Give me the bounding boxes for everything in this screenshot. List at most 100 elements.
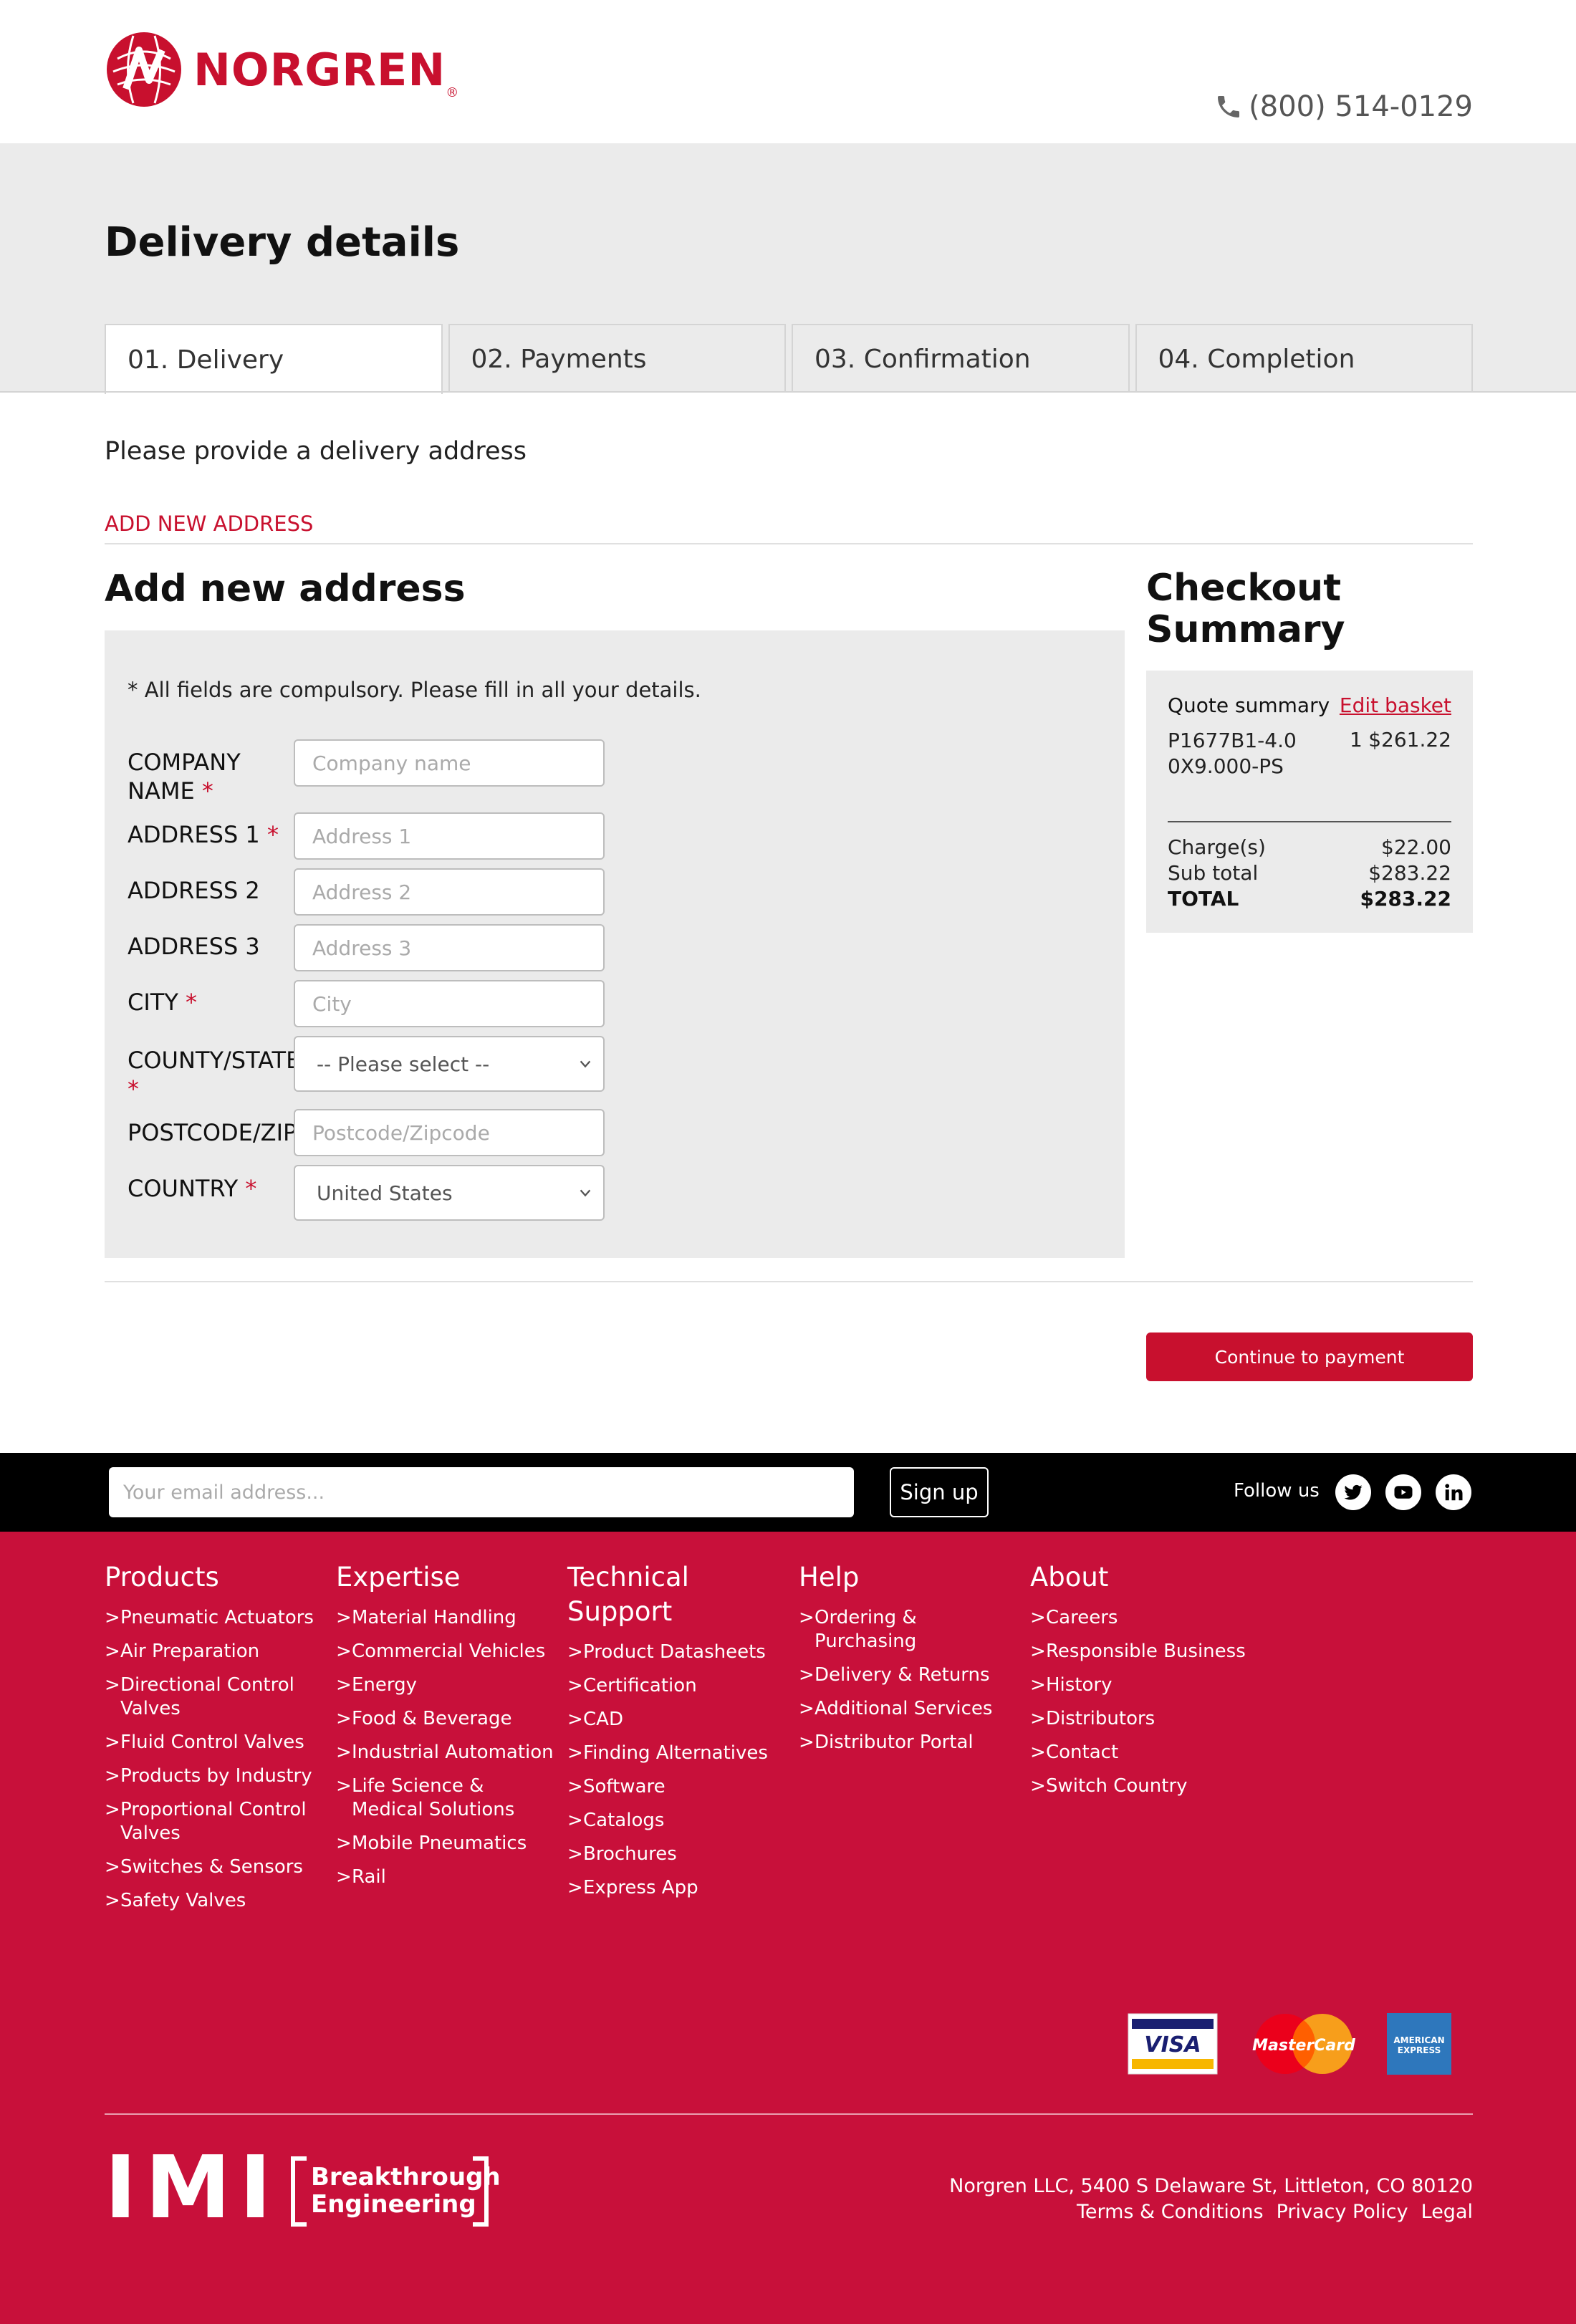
footer-link[interactable]: Material Handling: [336, 1606, 558, 1630]
footer-link[interactable]: Brochures: [567, 1843, 789, 1866]
footer-link[interactable]: Ordering & Purchasing: [799, 1606, 942, 1653]
footer-link[interactable]: Rail: [336, 1866, 558, 1889]
page: NORGREN ® (800) 514-0129 Delivery detail…: [0, 0, 1576, 2324]
footer-link[interactable]: Life Science & Medical Solutions: [336, 1775, 558, 1822]
footer-link[interactable]: Distributor Portal: [799, 1731, 1021, 1754]
tab-completion[interactable]: 04. Completion: [1135, 324, 1473, 393]
postcode-input[interactable]: Postcode/Zipcode: [294, 1109, 605, 1156]
item-price: $261.22: [1368, 728, 1451, 752]
footer-link[interactable]: Additional Services: [799, 1697, 1021, 1721]
terms-link[interactable]: Terms & Conditions: [1077, 2201, 1264, 2223]
address2-input[interactable]: Address 2: [294, 868, 605, 916]
add-new-address-link[interactable]: ADD NEW ADDRESS: [105, 512, 313, 536]
newsletter-email-input[interactable]: Your email address...: [109, 1467, 854, 1517]
footer-link[interactable]: Express App: [567, 1876, 789, 1900]
row-value: $283.22: [1360, 887, 1451, 911]
phone-number[interactable]: (800) 514-0129: [1214, 90, 1473, 123]
footer-link[interactable]: Delivery & Returns: [799, 1663, 1021, 1687]
sign-up-button[interactable]: Sign up: [890, 1467, 989, 1517]
footer-link[interactable]: Commercial Vehicles: [336, 1640, 558, 1663]
footer-link[interactable]: Certification: [567, 1674, 789, 1698]
country-select[interactable]: United States: [294, 1165, 605, 1221]
checkout-summary: Quote summary Edit basket P1677B1-4.00X9…: [1146, 671, 1473, 933]
form-note: * All fields are compulsory. Please fill…: [128, 678, 701, 702]
summary-title-line2: Summary: [1146, 608, 1345, 651]
footer-link[interactable]: CAD: [567, 1708, 789, 1732]
footer-link[interactable]: Industrial Automation: [336, 1741, 558, 1764]
tagline-line2: Engineering: [311, 2190, 476, 2219]
youtube-glyph: [1394, 1486, 1413, 1499]
breakthrough-engineering-logo: Breakthrough Engineering: [291, 2156, 501, 2227]
footer-link[interactable]: Products by Industry: [105, 1764, 327, 1788]
summary-title: Checkout Summary: [1146, 567, 1345, 650]
footer-link[interactable]: Contact: [1030, 1741, 1252, 1764]
country-label: COUNTRY *: [128, 1175, 256, 1202]
mastercard-text: MasterCard: [1252, 2037, 1355, 2055]
footer-link[interactable]: Finding Alternatives: [567, 1742, 789, 1765]
tab-confirmation[interactable]: 03. Confirmation: [792, 324, 1130, 393]
footer-link[interactable]: Catalogs: [567, 1809, 789, 1833]
address2-label: ADDRESS 2: [128, 877, 260, 904]
footer-link[interactable]: Software: [567, 1775, 789, 1799]
edit-basket-link[interactable]: Edit basket: [1340, 693, 1451, 717]
tab-payments[interactable]: 02. Payments: [448, 324, 786, 393]
amex-card-icon: AMERICAN EXPRESS: [1387, 2013, 1451, 2075]
footer-link[interactable]: Distributors: [1030, 1707, 1252, 1731]
row-label: Charge(s): [1168, 835, 1266, 859]
footer-col-title: Products: [105, 1560, 327, 1595]
legal-link[interactable]: Legal: [1421, 2201, 1473, 2223]
footer-link[interactable]: Air Preparation: [105, 1640, 327, 1663]
col-title-text: Expertise: [336, 1562, 461, 1593]
row-value: $22.00: [1381, 835, 1451, 859]
footer-link[interactable]: Switches & Sensors: [105, 1855, 327, 1879]
company-address: Norgren LLC, 5400 S Delaware St, Littlet…: [949, 2175, 1473, 2197]
footer-link[interactable]: Responsible Business: [1030, 1640, 1252, 1663]
col-title-text: About: [1030, 1562, 1109, 1593]
checkout-steps: 01. Delivery 02. Payments 03. Confirmati…: [105, 324, 1473, 394]
county-label-text: COUNTY/STATE: [128, 1047, 294, 1074]
footer-link[interactable]: Product Datasheets: [567, 1641, 789, 1664]
footer-link[interactable]: Careers: [1030, 1606, 1252, 1630]
footer-col-help: Help Ordering & Purchasing Delivery & Re…: [799, 1560, 1021, 1764]
footer-link[interactable]: Directional Control Valves: [105, 1674, 327, 1721]
footer-link[interactable]: Safety Valves: [105, 1889, 327, 1913]
site-header: NORGREN ® (800) 514-0129: [0, 0, 1576, 143]
summary-title-line1: Checkout: [1146, 567, 1342, 610]
footer-col-products: Products Pneumatic Actuators Air Prepara…: [105, 1560, 327, 1923]
globe-logo-icon: [107, 32, 181, 107]
footer-link[interactable]: Food & Beverage: [336, 1707, 558, 1731]
county-state-select[interactable]: -- Please select --: [294, 1036, 605, 1092]
footer-col-title: About: [1030, 1560, 1252, 1595]
footer-col-about: About Careers Responsible Business Histo…: [1030, 1560, 1252, 1808]
address3-input[interactable]: Address 3: [294, 924, 605, 971]
linkedin-icon[interactable]: [1436, 1474, 1471, 1510]
subtotal-row: Sub total $283.22: [1168, 861, 1451, 885]
footer-col-title: Technical Support: [567, 1560, 789, 1629]
footer-link[interactable]: Proportional Control Valves: [105, 1798, 327, 1845]
city-label: CITY *: [128, 989, 197, 1016]
footer-link[interactable]: Energy: [336, 1674, 558, 1697]
footer-link[interactable]: Fluid Control Valves: [105, 1731, 327, 1754]
footer-col-technical-support: TechnicalSupport Product Datasheets Cert…: [567, 1560, 789, 1910]
norgren-logo[interactable]: NORGREN ®: [105, 30, 458, 109]
continue-to-payment-button[interactable]: Continue to payment: [1146, 1333, 1473, 1381]
phone-icon: [1218, 96, 1240, 117]
company-name-input[interactable]: Company name: [294, 739, 605, 787]
footer-link[interactable]: Pneumatic Actuators: [105, 1606, 327, 1630]
footer-link[interactable]: Mobile Pneumatics: [336, 1832, 558, 1855]
address1-input[interactable]: Address 1: [294, 812, 605, 860]
imi-logo[interactable]: IMI: [105, 2146, 280, 2232]
item-sku: P1677B1-4.00X9.000-PS: [1168, 729, 1297, 778]
mastercard-icon: MasterCard: [1252, 2014, 1355, 2074]
twitter-icon[interactable]: [1335, 1474, 1371, 1510]
tab-delivery[interactable]: 01. Delivery: [105, 324, 443, 394]
address3-label: ADDRESS 3: [128, 933, 260, 960]
youtube-icon[interactable]: [1385, 1474, 1421, 1510]
footer-divider: [105, 2113, 1473, 2115]
quote-summary-heading: Quote summary: [1168, 693, 1330, 717]
footer-link[interactable]: Switch Country: [1030, 1775, 1252, 1798]
privacy-link[interactable]: Privacy Policy: [1277, 2201, 1408, 2223]
delivery-instruction: Please provide a delivery address: [105, 437, 527, 466]
footer-link[interactable]: History: [1030, 1674, 1252, 1697]
city-input[interactable]: City: [294, 980, 605, 1027]
